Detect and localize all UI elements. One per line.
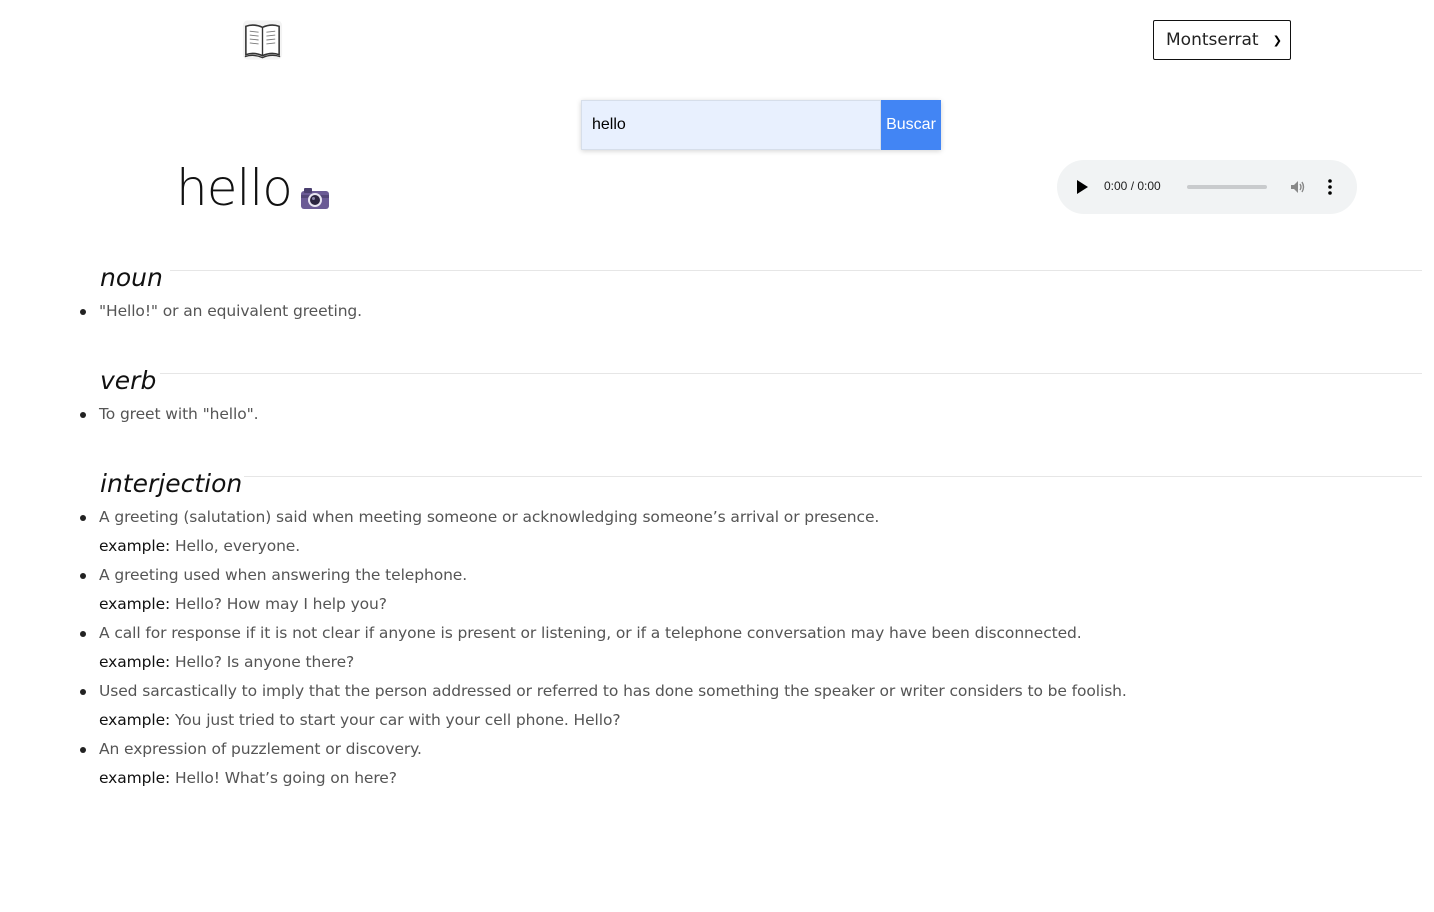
example-label: example: — [99, 653, 171, 671]
example-label: example: — [99, 769, 171, 787]
example-label: example: — [99, 595, 171, 613]
example-text: Hello! What’s going on here? — [174, 769, 397, 787]
example-line: example: Hello? How may I help you? — [99, 594, 387, 614]
example-line: example: Hello! What’s going on here? — [99, 768, 397, 788]
divider — [244, 476, 1422, 477]
search-bar: hello Buscar — [581, 100, 941, 150]
divider — [170, 270, 1422, 271]
camera-icon[interactable] — [298, 185, 332, 211]
more-options-icon[interactable] — [1323, 178, 1337, 196]
part-of-speech-heading: noun — [100, 263, 163, 292]
example-text: Hello? How may I help you? — [174, 595, 387, 613]
bullet — [80, 631, 86, 637]
example-text: You just tried to start your car with yo… — [174, 711, 621, 729]
word-title: hello — [176, 159, 293, 217]
definition-text: A greeting used when answering the telep… — [99, 566, 468, 584]
search-input[interactable]: hello — [581, 100, 881, 150]
example-label: example: — [99, 537, 171, 555]
bullet — [80, 412, 86, 418]
definition-text: "Hello!" or an equivalent greeting. — [99, 302, 362, 320]
search-button[interactable]: Buscar — [881, 100, 941, 150]
bullet — [80, 515, 86, 521]
play-icon[interactable] — [1075, 179, 1089, 195]
volume-icon[interactable] — [1289, 178, 1307, 196]
font-select-value: Montserrat — [1166, 30, 1259, 50]
font-select[interactable]: Montserrat ❯ — [1153, 20, 1291, 60]
audio-time: 0:00 / 0:00 — [1104, 179, 1161, 193]
example-line: example: Hello? Is anyone there? — [99, 652, 354, 672]
part-of-speech-heading: interjection — [100, 469, 243, 498]
logo-book-icon[interactable] — [240, 17, 285, 62]
example-label: example: — [99, 711, 171, 729]
example-line: example: Hello, everyone. — [99, 536, 300, 556]
definition-text: To greet with "hello". — [99, 405, 259, 423]
audio-player: 0:00 / 0:00 — [1057, 160, 1357, 214]
part-of-speech-heading: verb — [100, 366, 157, 395]
bullet — [80, 573, 86, 579]
example-line: example: You just tried to start your ca… — [99, 710, 621, 730]
bullet — [80, 689, 86, 695]
bullet — [80, 747, 86, 753]
definition-text: Used sarcastically to imply that the per… — [99, 682, 1127, 700]
divider — [160, 373, 1422, 374]
audio-progress-slider[interactable] — [1187, 185, 1267, 189]
definition-text: A greeting (salutation) said when meetin… — [99, 508, 880, 526]
example-text: Hello? Is anyone there? — [174, 653, 355, 671]
bullet — [80, 309, 86, 315]
definition-text: An expression of puzzlement or discovery… — [99, 740, 422, 758]
example-text: Hello, everyone. — [174, 537, 301, 555]
definition-text: A call for response if it is not clear i… — [99, 624, 1082, 642]
chevron-down-icon: ❯ — [1272, 33, 1282, 47]
